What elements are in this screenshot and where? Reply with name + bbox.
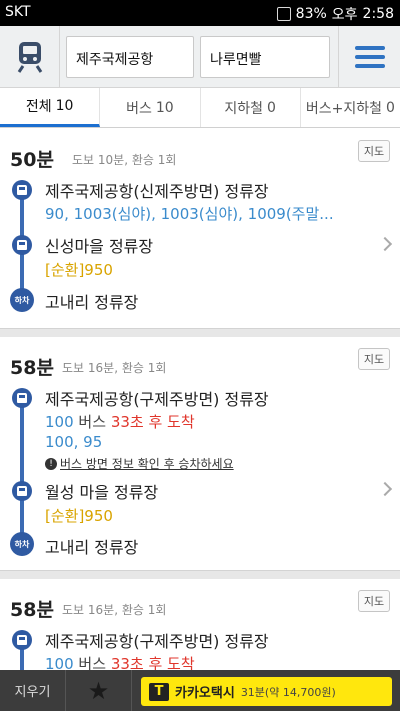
bus-icon xyxy=(12,235,32,255)
transfer-bus-numbers: [순환]950 xyxy=(45,507,113,525)
arrival-info: 100 버스 33초 후 도착 xyxy=(45,413,195,431)
route-type-tabs: 전체 10 버스 10 지하철 0 버스+지하철 0 xyxy=(0,88,400,128)
taxi-estimate: 31분(약 14,700원) xyxy=(240,685,336,699)
bus-icon xyxy=(12,388,32,408)
status-time: 2:58 xyxy=(362,6,394,22)
chevron-right-icon xyxy=(377,481,393,497)
bus-icon xyxy=(12,630,32,650)
taxi-logo-icon: T xyxy=(149,682,169,701)
direction-notice[interactable]: ! 버스 방면 정보 확인 후 승차하세요 xyxy=(45,455,234,472)
battery-level: 83% xyxy=(295,6,327,22)
carrier-label: SKT xyxy=(5,4,31,20)
map-button[interactable]: 지도 xyxy=(358,140,390,162)
boarding-stop: 제주국제공항(신제주방면) 정류장 xyxy=(45,182,269,201)
bus-numbers: 90, 1003(심야), 1003(심야), 1009(주말... xyxy=(45,205,334,223)
chevron-right-icon xyxy=(377,236,393,252)
route-summary: 도보 16분, 환승 1회 xyxy=(62,603,167,617)
boarding-stop: 제주국제공항(구제주방면) 정류장 xyxy=(45,632,269,651)
alight-icon: 하차 xyxy=(10,288,34,312)
tab-subway[interactable]: 지하철 0 xyxy=(201,88,301,127)
tab-bus[interactable]: 버스 10 xyxy=(100,88,201,127)
status-icons: 83% 오후 2:58 xyxy=(276,4,394,24)
alighting-stop: 고내리 정류장 xyxy=(45,293,139,312)
route-duration: 58분 xyxy=(10,599,54,621)
clear-button[interactable]: 지우기 xyxy=(0,670,66,711)
route-list: 50분 도보 10분, 환승 1회 지도 제주국제공항(신제주방면) 정류장 9… xyxy=(0,129,400,670)
kakao-taxi-button[interactable]: T 카카오택시 31분(약 14,700원) xyxy=(141,677,392,706)
tab-all[interactable]: 전체 10 xyxy=(0,88,101,127)
route-summary: 도보 16분, 환승 1회 xyxy=(62,361,167,375)
route-summary: 도보 10분, 환승 1회 xyxy=(72,153,177,167)
alight-icon: 하차 xyxy=(10,532,34,556)
status-ampm: 오후 xyxy=(331,7,358,23)
transfer-bus-numbers: [순환]950 xyxy=(45,261,113,279)
star-icon: ★ xyxy=(87,676,110,705)
bus-icon xyxy=(12,481,32,501)
wifi-icon xyxy=(276,7,291,21)
origin-input[interactable]: 제주국제공항 xyxy=(66,36,194,78)
bus-numbers: 100, 95 xyxy=(45,433,103,451)
transfer-stop: 신성마을 정류장 xyxy=(45,237,154,256)
bottom-bar: 지우기 ★ T 카카오택시 31분(약 14,700원) xyxy=(0,670,400,711)
boarding-stop: 제주국제공항(구제주방면) 정류장 xyxy=(45,390,269,409)
route-duration: 50분 xyxy=(10,149,54,171)
destination-input[interactable]: 나루면빨 xyxy=(200,36,330,78)
search-header: 제주국제공항 나루면빨 xyxy=(0,26,400,88)
arrival-info: 100 버스 33초 후 도착 xyxy=(45,655,195,670)
status-bar: SKT 83% 오후 2:58 xyxy=(0,0,400,26)
route-duration: 58분 xyxy=(10,357,54,379)
alighting-stop: 고내리 정류장 xyxy=(45,538,139,557)
tab-bus-subway[interactable]: 버스+지하철 0 xyxy=(301,88,400,127)
hamburger-icon xyxy=(354,46,385,50)
transfer-stop: 월성 마을 정류장 xyxy=(45,483,159,502)
route-line xyxy=(20,397,24,539)
train-icon xyxy=(17,42,42,73)
map-button[interactable]: 지도 xyxy=(358,590,390,612)
menu-button[interactable] xyxy=(338,26,400,88)
warning-icon: ! xyxy=(45,457,57,470)
route-card[interactable]: 50분 도보 10분, 환승 1회 지도 제주국제공항(신제주방면) 정류장 9… xyxy=(0,129,400,329)
taxi-name: 카카오택시 xyxy=(175,686,235,701)
app-screen: SKT 83% 오후 2:58 제주국제공항 나루면빨 전체 10 버스 10 … xyxy=(0,0,400,711)
route-card[interactable]: 58분 도보 16분, 환승 1회 지도 제주국제공항(구제주방면) 정류장 1… xyxy=(0,579,400,670)
favorite-button[interactable]: ★ xyxy=(66,670,132,711)
route-card[interactable]: 58분 도보 16분, 환승 1회 지도 제주국제공항(구제주방면) 정류장 1… xyxy=(0,337,400,571)
map-button[interactable]: 지도 xyxy=(358,348,390,370)
transit-mode-button[interactable] xyxy=(0,26,60,88)
bus-icon xyxy=(12,180,32,200)
